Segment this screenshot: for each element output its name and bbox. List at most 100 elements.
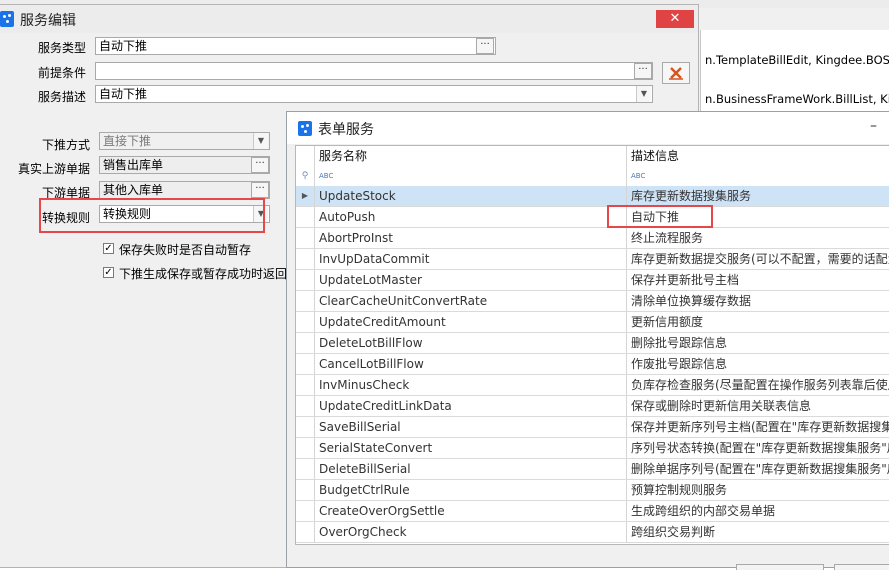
- upstream-bill-field[interactable]: 销售出库单: [99, 156, 270, 174]
- table-row[interactable]: AutoPush 自动下推: [296, 207, 889, 228]
- service-name-cell[interactable]: DeleteBillSerial: [315, 459, 627, 479]
- row-header-cell[interactable]: [296, 228, 315, 248]
- service-name-cell[interactable]: BudgetCtrlRule: [315, 480, 627, 500]
- table-row[interactable]: ▶ UpdateStock 库存更新数据搜集服务: [296, 186, 889, 207]
- upstream-bill-label: 真实上游单据: [18, 162, 91, 176]
- push-mode-select[interactable]: 直接下推: [99, 132, 270, 150]
- description-cell[interactable]: 预算控制规则服务: [627, 480, 889, 500]
- service-name-cell[interactable]: UpdateCreditAmount: [315, 312, 627, 332]
- table-row[interactable]: UpdateCreditLinkData 保存或删除时更新信用关联表信息: [296, 396, 889, 417]
- service-type-ellipsis-button[interactable]: ···: [476, 38, 494, 54]
- description-cell[interactable]: 清除单位换算缓存数据: [627, 291, 889, 311]
- row-header-cell[interactable]: [296, 249, 315, 269]
- row-header-cell[interactable]: [296, 396, 315, 416]
- description-cell[interactable]: 序列号状态转换(配置在"库存更新数据搜集服务"后: [627, 438, 889, 458]
- service-name-cell[interactable]: SerialStateConvert: [315, 438, 627, 458]
- table-row[interactable]: ClearCacheUnitConvertRate 清除单位换算缓存数据: [296, 291, 889, 312]
- service-name-cell[interactable]: InvMinusCheck: [315, 375, 627, 395]
- description-cell[interactable]: 跨组织交易判断: [627, 522, 889, 542]
- row-header-cell[interactable]: [296, 291, 315, 311]
- precondition-ellipsis-button[interactable]: ···: [634, 63, 652, 79]
- description-cell[interactable]: 作废批号跟踪信息: [627, 354, 889, 374]
- service-name-cell[interactable]: AbortProInst: [315, 228, 627, 248]
- service-name-cell[interactable]: UpdateCreditLinkData: [315, 396, 627, 416]
- row-header-cell[interactable]: [296, 375, 315, 395]
- row-header-cell[interactable]: [296, 522, 315, 542]
- table-row[interactable]: BudgetCtrlRule 预算控制规则服务: [296, 480, 889, 501]
- column-header-description[interactable]: 描述信息: [627, 146, 889, 166]
- description-cell[interactable]: 生成跨组织的内部交易单据: [627, 501, 889, 521]
- description-cell[interactable]: 删除单据序列号(配置在"库存更新数据搜集服务"后: [627, 459, 889, 479]
- precondition-label: 前提条件: [38, 66, 87, 80]
- row-header-cell[interactable]: [296, 480, 315, 500]
- table-row[interactable]: SaveBillSerial 保存并更新序列号主档(配置在"库存更新数据搜集: [296, 417, 889, 438]
- row-header-cell[interactable]: [296, 459, 315, 479]
- table-row[interactable]: UpdateLotMaster 保存并更新批号主档: [296, 270, 889, 291]
- row-header-corner: [296, 146, 315, 166]
- service-name-cell[interactable]: UpdateLotMaster: [315, 270, 627, 290]
- description-cell[interactable]: 更新信用额度: [627, 312, 889, 332]
- service-name-cell[interactable]: InvUpDataCommit: [315, 249, 627, 269]
- description-cell[interactable]: 保存并更新批号主档: [627, 270, 889, 290]
- minimize-button[interactable]: –: [870, 118, 877, 134]
- row-header-cell[interactable]: [296, 354, 315, 374]
- service-name-cell[interactable]: AutoPush: [315, 207, 627, 227]
- description-cell[interactable]: 负库存检查服务(尽量配置在操作服务列表靠后使用: [627, 375, 889, 395]
- row-header-cell[interactable]: [296, 438, 315, 458]
- row-header-cell[interactable]: [296, 333, 315, 353]
- description-cell[interactable]: 删除批号跟踪信息: [627, 333, 889, 353]
- downstream-bill-ellipsis-button[interactable]: ···: [251, 182, 269, 198]
- table-row[interactable]: AbortProInst 终止流程服务: [296, 228, 889, 249]
- table-row[interactable]: OverOrgCheck 跨组织交易判断: [296, 522, 889, 543]
- abc-icon[interactable]: ABC: [315, 166, 627, 186]
- upstream-bill-ellipsis-button[interactable]: ···: [251, 157, 269, 173]
- downstream-bill-field[interactable]: 其他入库单: [99, 181, 270, 199]
- auto-stash-checkbox[interactable]: ✓: [103, 243, 114, 254]
- cancel-button[interactable]: [834, 564, 889, 570]
- table-row[interactable]: CancelLotBillFlow 作废批号跟踪信息: [296, 354, 889, 375]
- clear-precondition-button[interactable]: [662, 62, 690, 84]
- description-cell[interactable]: 保存并更新序列号主档(配置在"库存更新数据搜集: [627, 417, 889, 437]
- return-on-success-checkbox[interactable]: ✓: [103, 267, 114, 278]
- ok-button[interactable]: [736, 564, 824, 570]
- service-desc-field[interactable]: 自动下推: [95, 85, 653, 103]
- table-row[interactable]: DeleteBillSerial 删除单据序列号(配置在"库存更新数据搜集服务"后: [296, 459, 889, 480]
- row-header-cell[interactable]: [296, 417, 315, 437]
- description-cell[interactable]: 库存更新数据提交服务(可以不配置，需要的话配置: [627, 249, 889, 269]
- table-row[interactable]: SerialStateConvert 序列号状态转换(配置在"库存更新数据搜集服务…: [296, 438, 889, 459]
- abc-icon[interactable]: ABC: [627, 166, 889, 186]
- description-cell[interactable]: 终止流程服务: [627, 228, 889, 248]
- filter-icon[interactable]: ⚲: [296, 166, 315, 186]
- precondition-field[interactable]: [95, 62, 653, 80]
- service-name-cell[interactable]: UpdateStock: [315, 186, 627, 206]
- service-name-cell[interactable]: CreateOverOrgSettle: [315, 501, 627, 521]
- service-name-cell[interactable]: SaveBillSerial: [315, 417, 627, 437]
- table-row[interactable]: UpdateCreditAmount 更新信用额度: [296, 312, 889, 333]
- close-button[interactable]: ✕: [656, 10, 694, 28]
- service-type-field[interactable]: 自动下推: [95, 37, 496, 55]
- current-row-indicator-icon[interactable]: ▶: [296, 186, 315, 206]
- highlight-box: [607, 205, 713, 228]
- service-name-cell[interactable]: DeleteLotBillFlow: [315, 333, 627, 353]
- chevron-down-icon[interactable]: ▼: [253, 133, 268, 149]
- chevron-down-icon[interactable]: ▼: [636, 86, 651, 102]
- description-cell[interactable]: 库存更新数据搜集服务: [627, 186, 889, 206]
- table-row[interactable]: CreateOverOrgSettle 生成跨组织的内部交易单据: [296, 501, 889, 522]
- column-header-service-name[interactable]: 服务名称: [315, 146, 627, 166]
- row-header-cell[interactable]: [296, 207, 315, 227]
- service-edit-title: 服务编辑: [20, 13, 76, 29]
- return-on-success-label: 下推生成保存或暂存成功时返回: [119, 267, 288, 281]
- service-name-cell[interactable]: OverOrgCheck: [315, 522, 627, 542]
- table-row[interactable]: InvMinusCheck 负库存检查服务(尽量配置在操作服务列表靠后使用: [296, 375, 889, 396]
- service-edit-titlebar: 服务编辑 ✕: [0, 5, 698, 33]
- service-name-cell[interactable]: ClearCacheUnitConvertRate: [315, 291, 627, 311]
- service-name-cell[interactable]: CancelLotBillFlow: [315, 354, 627, 374]
- close-icon: ✕: [669, 11, 681, 26]
- row-header-cell[interactable]: [296, 270, 315, 290]
- row-header-cell[interactable]: [296, 312, 315, 332]
- description-cell[interactable]: 保存或删除时更新信用关联表信息: [627, 396, 889, 416]
- table-row[interactable]: InvUpDataCommit 库存更新数据提交服务(可以不配置，需要的话配置: [296, 249, 889, 270]
- row-header-cell[interactable]: [296, 501, 315, 521]
- table-row[interactable]: DeleteLotBillFlow 删除批号跟踪信息: [296, 333, 889, 354]
- background-text-line: n.BusinessFrameWork.BillList, Kingd: [705, 92, 889, 106]
